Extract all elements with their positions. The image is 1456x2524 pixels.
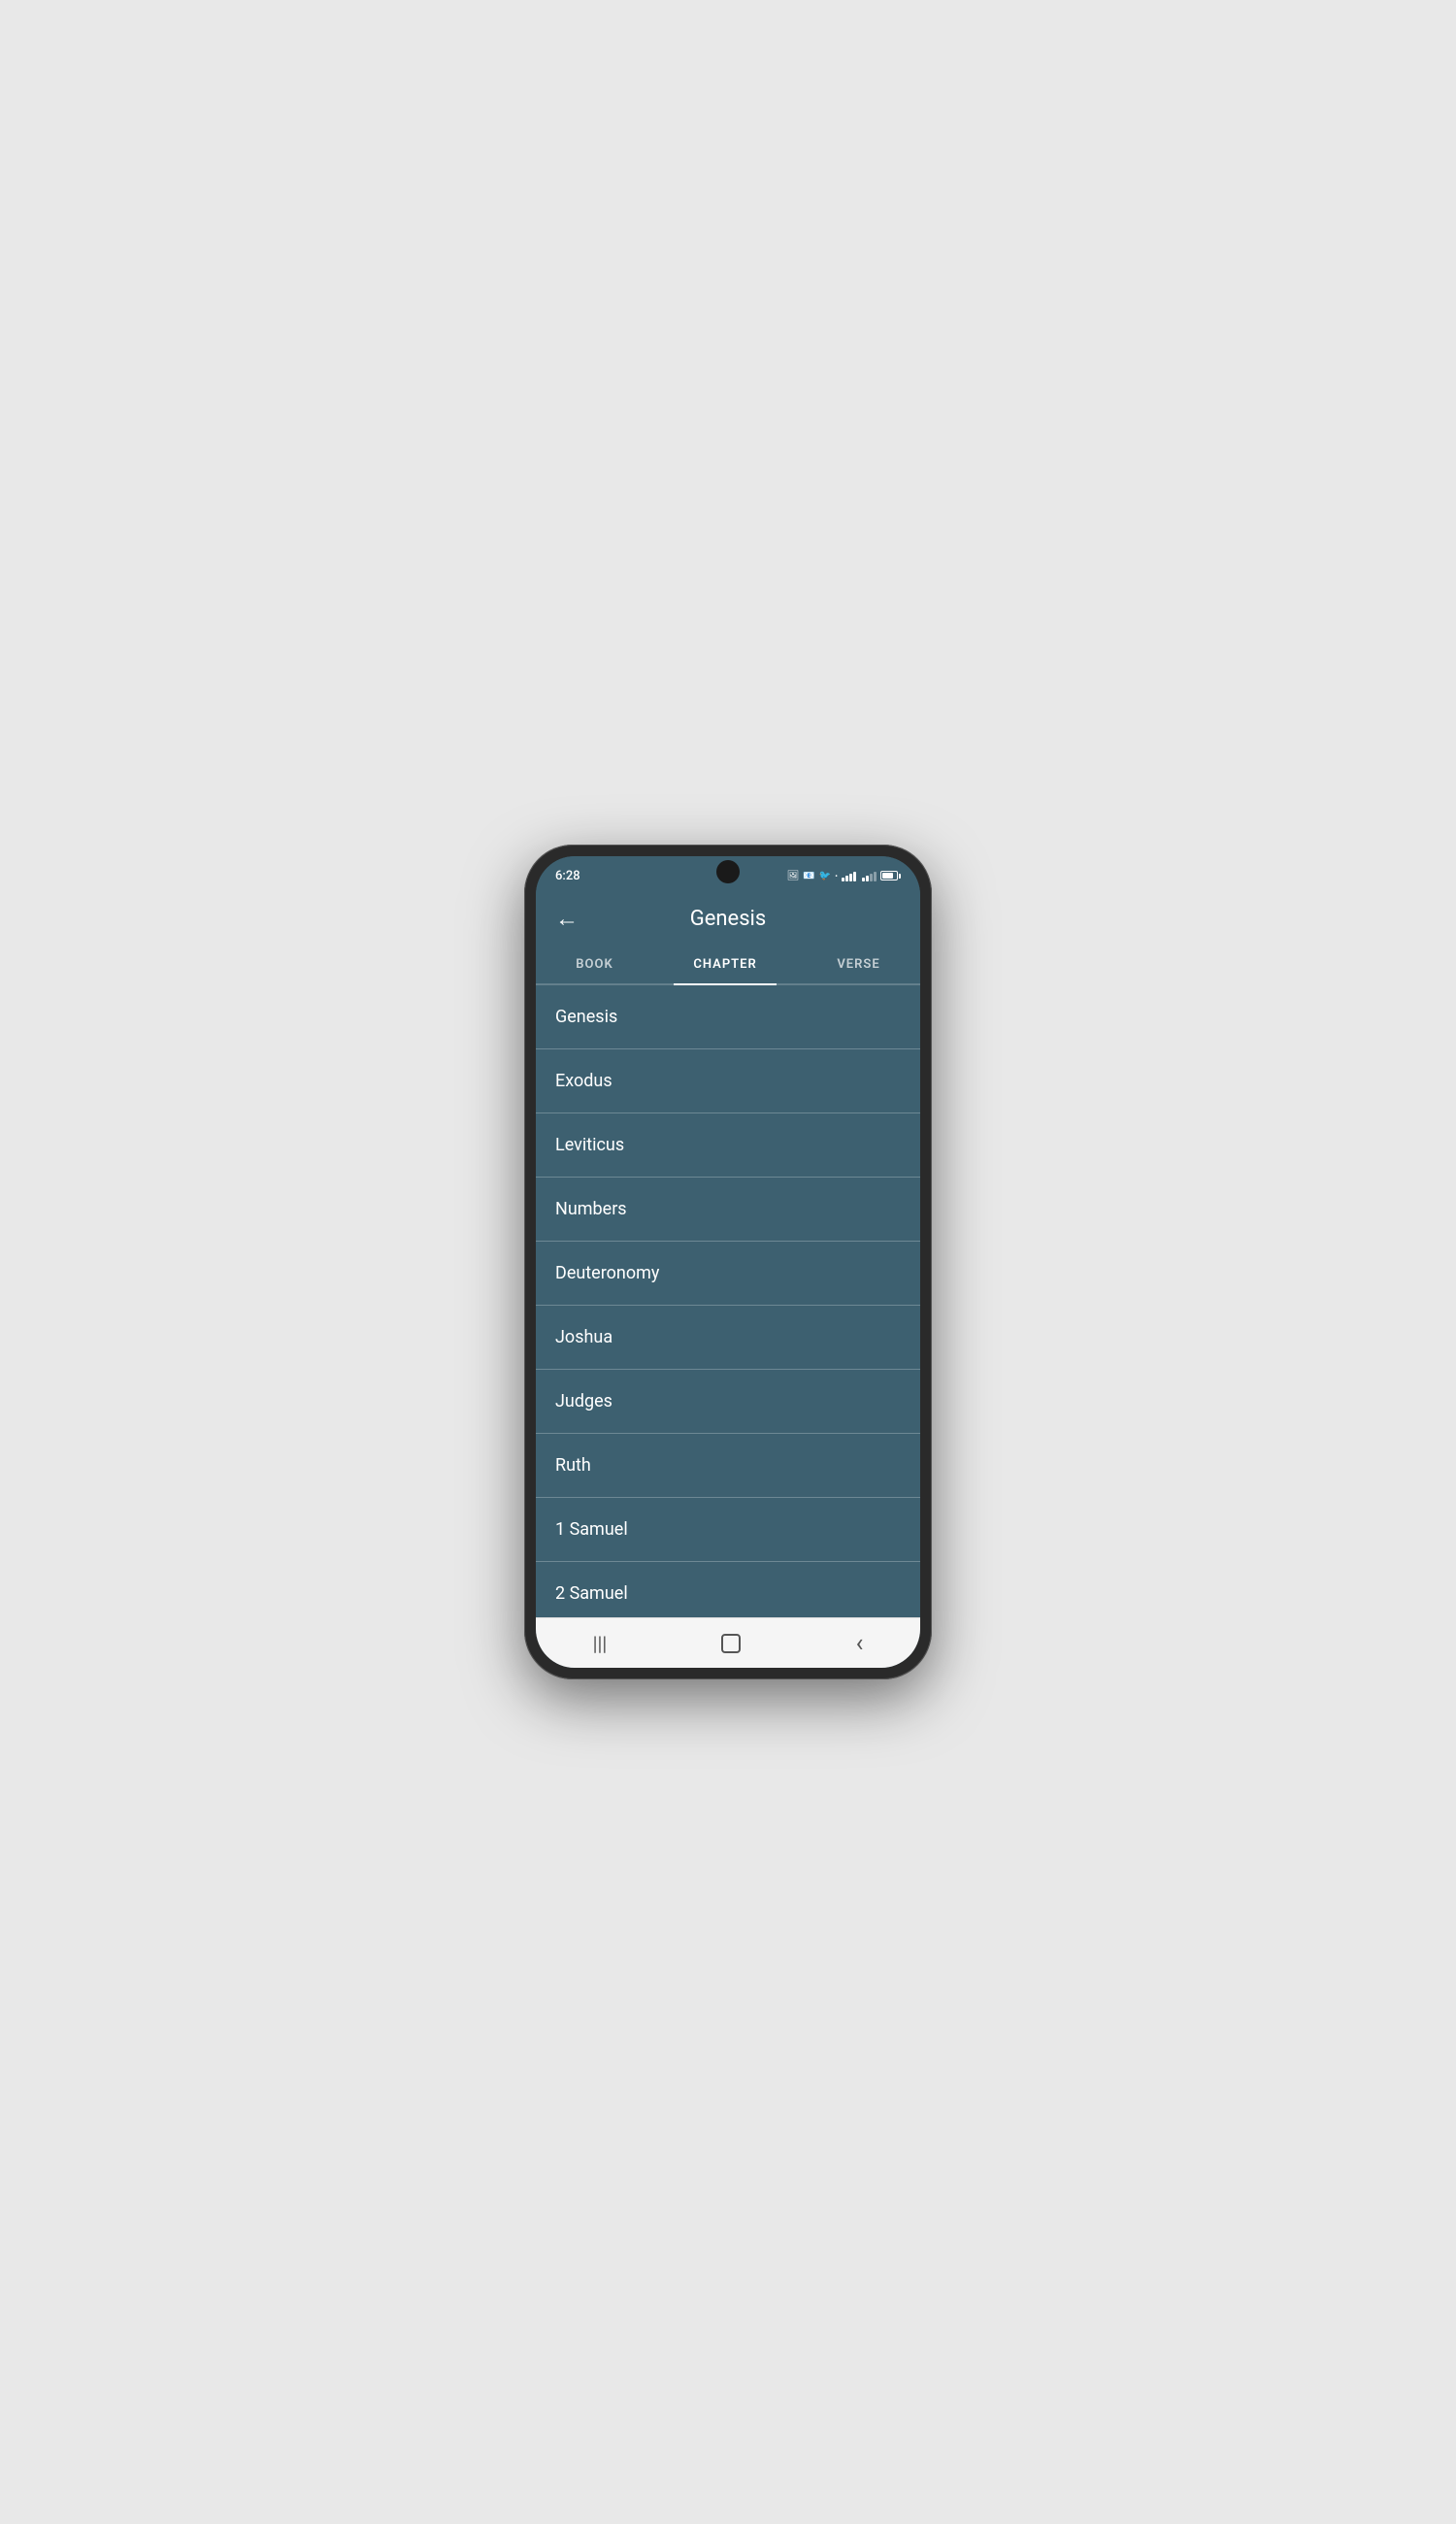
camera-notch	[716, 860, 740, 883]
list-item[interactable]: 1 Samuel	[536, 1498, 920, 1562]
gallery-icon: 🖼	[787, 871, 800, 881]
list-item[interactable]: Numbers	[536, 1178, 920, 1242]
status-icons: 🖼 📧 🐦 •	[787, 870, 901, 881]
back-button[interactable]: ←	[555, 905, 579, 933]
list-item[interactable]: Genesis	[536, 985, 920, 1049]
phone-frame: 6:28 🖼 📧 🐦 •	[524, 845, 932, 1679]
bottom-nav: ||| ‹	[536, 1617, 920, 1668]
notification-icon: 📧	[803, 871, 814, 881]
home-button[interactable]	[701, 1625, 761, 1662]
list-item[interactable]: Leviticus	[536, 1113, 920, 1178]
back-nav-button[interactable]: ‹	[837, 1621, 883, 1666]
list-item[interactable]: Deuteronomy	[536, 1242, 920, 1306]
recent-apps-button[interactable]: |||	[574, 1624, 627, 1663]
tab-verse[interactable]: VERSE	[817, 946, 899, 983]
tab-book[interactable]: BOOK	[556, 946, 632, 983]
app-header: ← Genesis	[536, 891, 920, 946]
list-item[interactable]: Judges	[536, 1370, 920, 1434]
dot-icon: •	[835, 872, 838, 880]
list-item-ruth[interactable]: Ruth	[536, 1434, 920, 1498]
tab-bar: BOOK CHAPTER VERSE	[536, 946, 920, 985]
list-item[interactable]: Joshua	[536, 1306, 920, 1370]
signal-icon-2	[862, 870, 877, 881]
book-list: Genesis Exodus Leviticus Numbers Deutero…	[536, 985, 920, 1617]
twitter-icon: 🐦	[819, 871, 831, 881]
list-item[interactable]: Exodus	[536, 1049, 920, 1113]
signal-icon	[842, 870, 856, 881]
list-item[interactable]: 2 Samuel	[536, 1562, 920, 1617]
battery-icon	[880, 871, 901, 880]
phone-screen: 6:28 🖼 📧 🐦 •	[536, 856, 920, 1668]
tab-chapter[interactable]: CHAPTER	[674, 946, 776, 983]
header-title: Genesis	[594, 907, 862, 931]
status-time: 6:28	[555, 869, 580, 883]
home-icon	[720, 1633, 742, 1654]
